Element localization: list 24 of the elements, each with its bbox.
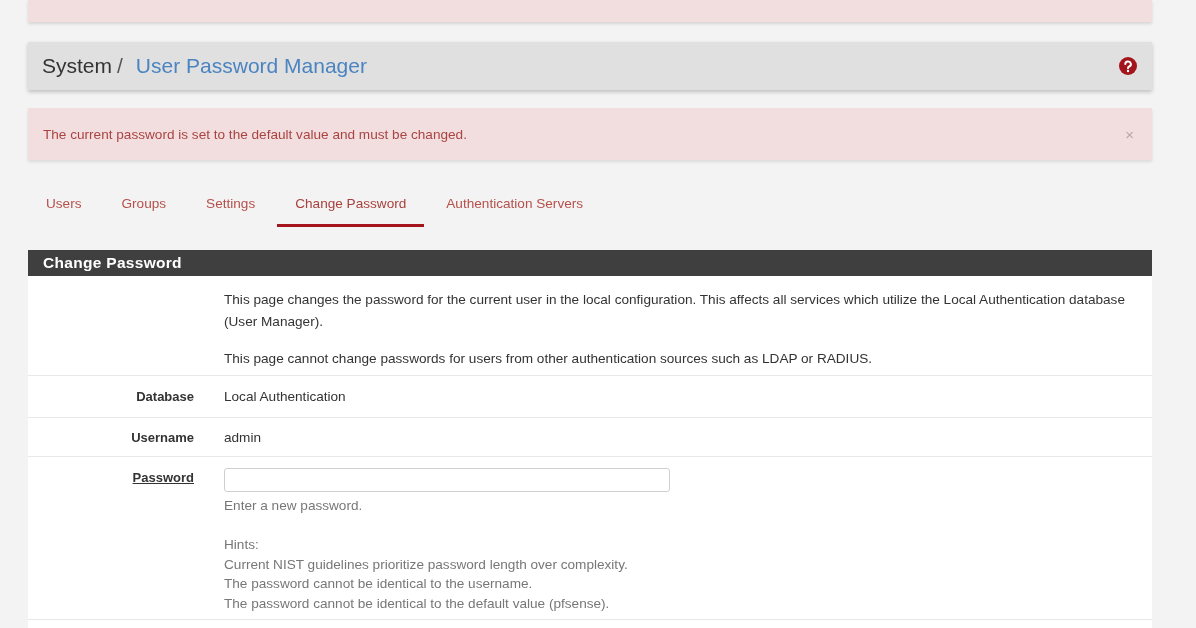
tab[interactable]: Groups [103, 184, 185, 227]
help-text: Enter a new password. [224, 497, 364, 515]
tab[interactable]: Settings [188, 184, 274, 227]
breadcrumb-separator: / [117, 54, 123, 78]
help-icon[interactable] [1119, 57, 1137, 75]
alert-message: The current password is set to the default value and must be changed. [43, 126, 467, 142]
hint-text: Current NIST guidelines prioritize password length over complexity. [224, 555, 629, 574]
tab[interactable]: Change Password [277, 184, 425, 227]
hint-text: The password cannot be identical to the default value (pfsense). [224, 594, 611, 613]
hint-text: The password cannot be identical to the username. [224, 575, 534, 593]
hints-heading: Hints: [224, 536, 260, 554]
password-field[interactable] [224, 468, 670, 492]
tab[interactable]: Users [28, 184, 100, 227]
description-text: This page changes the password for the current user in the local configuration. This affects all services which utilize the Local Authentication database (User Manager). [224, 291, 1126, 331]
breadcrumb-link[interactable]: User Password Manager [135, 54, 367, 78]
field-label: Database [135, 389, 194, 404]
tab[interactable]: Authentication Servers [428, 184, 602, 227]
field-value: admin [224, 429, 263, 445]
field-label: Password [132, 470, 194, 485]
panel-heading: Change Password [28, 250, 1152, 276]
breadcrumb-parent: System [42, 54, 112, 78]
description-text: This page cannot change passwords for users from other authentication sources such as LDAP or RADIUS. [224, 350, 874, 368]
field-label: Username [130, 429, 194, 445]
field-value: Local Authentication [224, 389, 347, 404]
